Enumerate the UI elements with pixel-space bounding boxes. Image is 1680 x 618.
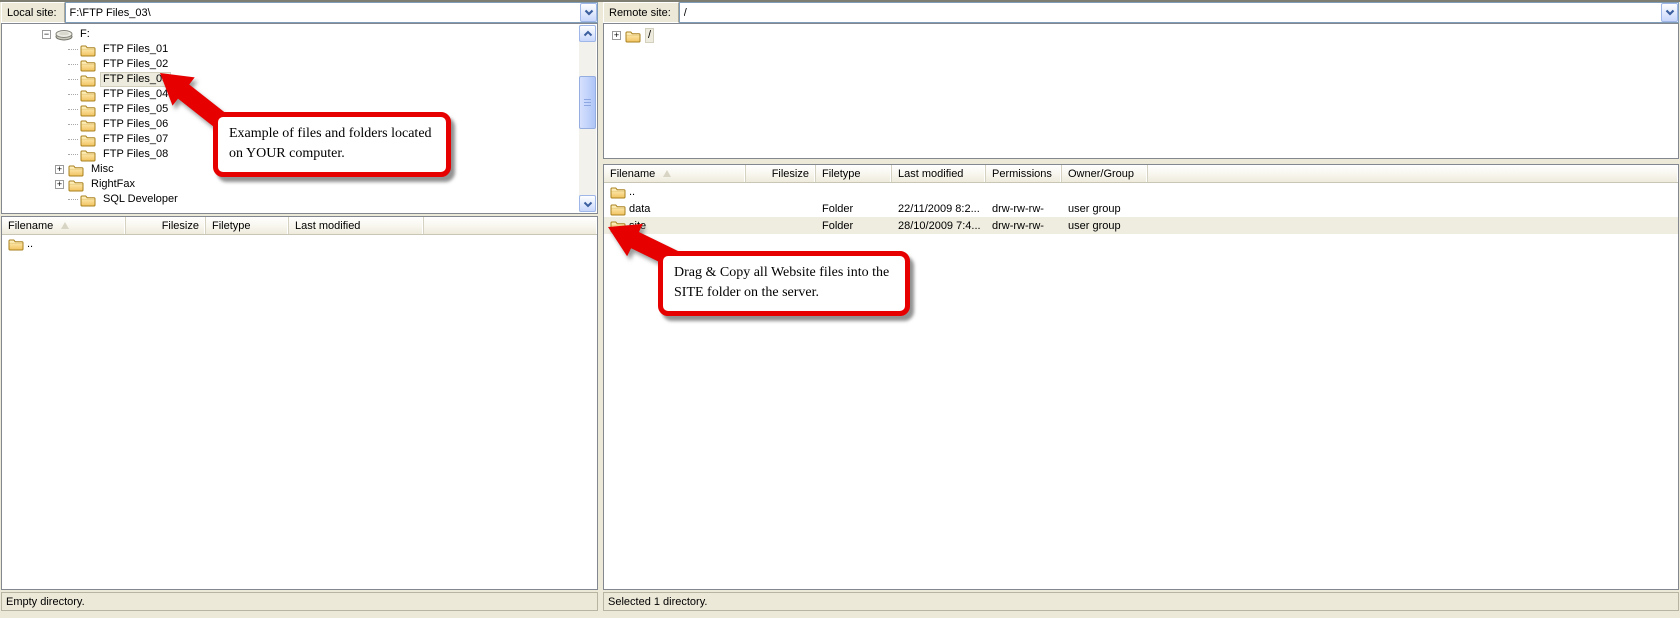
folder-icon xyxy=(80,103,96,117)
scrollbar-track[interactable] xyxy=(579,42,596,195)
sort-ascending-icon xyxy=(61,222,69,229)
remote-callout-note: Drag & Copy all Website files into the S… xyxy=(658,251,910,316)
open-folder-icon xyxy=(80,73,96,87)
folder-icon xyxy=(80,58,96,72)
tree-item-ftp-files-02[interactable]: FTP Files_02 xyxy=(42,57,597,72)
tree-item-sql-developer[interactable]: SQL Developer xyxy=(42,192,597,207)
tree-item-rightfax[interactable]: + RightFax xyxy=(42,177,597,192)
column-header-last-modified[interactable]: Last modified xyxy=(289,217,424,234)
local-site-bar: Local site: xyxy=(1,2,598,23)
folder-icon xyxy=(80,88,96,102)
open-folder-icon xyxy=(625,29,641,43)
remote-path-dropdown-button[interactable] xyxy=(1661,3,1678,22)
tree-item-root[interactable]: + / xyxy=(612,28,1678,43)
remote-site-label: Remote site: xyxy=(603,2,679,23)
column-header-filetype[interactable]: Filetype xyxy=(206,217,289,234)
folder-icon xyxy=(68,178,84,192)
remote-list-row-parent[interactable]: .. xyxy=(604,183,1678,200)
local-list-header: Filename Filesize Filetype Last modified xyxy=(2,217,597,235)
column-header-filename[interactable]: Filename xyxy=(2,217,126,234)
tree-item-ftp-files-01[interactable]: FTP Files_01 xyxy=(42,42,597,57)
local-path-dropdown-button[interactable] xyxy=(580,3,597,22)
folder-icon xyxy=(80,118,96,132)
chevron-down-icon xyxy=(583,200,593,208)
remote-status-text: Selected 1 directory. xyxy=(608,596,707,608)
folder-icon xyxy=(610,202,626,216)
expand-icon[interactable]: + xyxy=(55,165,64,174)
local-path-combo xyxy=(65,2,598,23)
remote-list-row-data[interactable]: data Folder 22/11/2009 8:2... drw-rw-rw-… xyxy=(604,200,1678,217)
chevron-down-icon xyxy=(583,8,595,17)
column-header-filesize[interactable]: Filesize xyxy=(126,217,206,234)
folder-icon xyxy=(80,148,96,162)
sort-ascending-icon xyxy=(663,170,671,177)
local-list-row-parent[interactable]: .. xyxy=(2,235,597,252)
remote-status-bar: Selected 1 directory. xyxy=(603,592,1679,611)
local-status-text: Empty directory. xyxy=(6,596,85,608)
local-site-label: Local site: xyxy=(1,2,65,23)
remote-list-row-site[interactable]: site Folder 28/10/2009 7:4... drw-rw-rw-… xyxy=(604,217,1678,234)
chevron-down-icon xyxy=(1664,8,1676,17)
tree-item-ftp-files-04[interactable]: FTP Files_04 xyxy=(42,87,597,102)
column-header-permissions[interactable]: Permissions xyxy=(986,165,1062,182)
local-file-list: Filename Filesize Filetype Last modified… xyxy=(1,216,598,590)
folder-icon xyxy=(68,163,84,177)
collapse-icon[interactable]: − xyxy=(42,30,51,39)
local-tree-scrollbar[interactable] xyxy=(579,25,596,212)
drive-icon xyxy=(55,29,73,41)
scroll-down-button[interactable] xyxy=(579,195,596,212)
folder-icon xyxy=(80,133,96,147)
selected-tree-item-label: FTP Files_03 xyxy=(100,72,171,87)
remote-path-combo xyxy=(679,2,1679,23)
scroll-up-button[interactable] xyxy=(579,25,596,42)
local-status-bar: Empty directory. xyxy=(1,592,598,611)
column-header-owner-group[interactable]: Owner/Group xyxy=(1062,165,1148,182)
selected-tree-item-label: / xyxy=(645,28,654,43)
folder-icon xyxy=(80,193,96,207)
folder-icon xyxy=(80,43,96,57)
column-header-last-modified[interactable]: Last modified xyxy=(892,165,986,182)
folder-icon xyxy=(610,219,626,233)
folder-icon xyxy=(8,237,24,251)
expand-icon[interactable]: + xyxy=(612,31,621,40)
remote-path-input[interactable] xyxy=(680,3,1661,22)
remote-site-bar: Remote site: xyxy=(603,2,1679,23)
folder-icon xyxy=(610,185,626,199)
expand-icon[interactable]: + xyxy=(55,180,64,189)
ftp-client-window: Local site: − F: FTP Files_01 FTP Fi xyxy=(0,0,1680,618)
local-callout-note: Example of files and folders located on … xyxy=(213,112,451,177)
column-header-filesize[interactable]: Filesize xyxy=(746,165,816,182)
column-header-filename[interactable]: Filename xyxy=(604,165,746,182)
scrollbar-thumb[interactable] xyxy=(579,76,596,129)
tree-item-drive-f[interactable]: − F: xyxy=(42,27,597,42)
column-header-filetype[interactable]: Filetype xyxy=(816,165,892,182)
tree-item-ftp-files-03[interactable]: FTP Files_03 xyxy=(42,72,597,87)
remote-directory-tree: + / xyxy=(603,23,1679,159)
local-path-input[interactable] xyxy=(66,3,580,22)
chevron-up-icon xyxy=(583,30,593,38)
remote-list-header: Filename Filesize Filetype Last modified… xyxy=(604,165,1678,183)
remote-file-list: Filename Filesize Filetype Last modified… xyxy=(603,164,1679,590)
